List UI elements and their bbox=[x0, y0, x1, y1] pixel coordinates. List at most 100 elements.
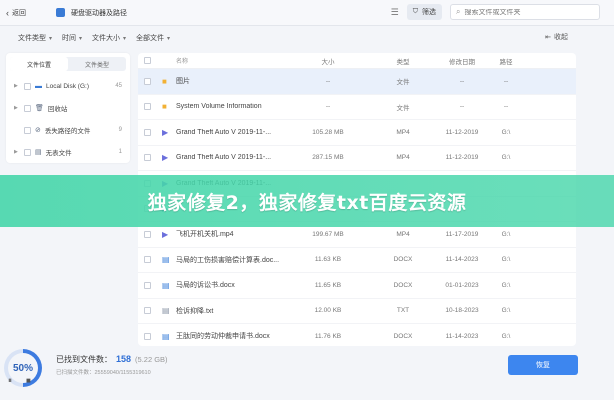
file-icon: ▤ bbox=[35, 149, 42, 156]
row-checkbox[interactable] bbox=[144, 77, 154, 85]
table-row[interactable]: ▤ 马局的诉讼书.docx 11.65 KB DOCX 01-01-2023 G:\ bbox=[138, 273, 576, 299]
dropdown-label: 文件类型 bbox=[18, 35, 46, 42]
chevron-down-icon: ▾ bbox=[79, 35, 83, 42]
file-date: 11-17-2019 bbox=[445, 230, 479, 238]
file-name: System Volume Information bbox=[176, 103, 262, 111]
document-icon: ▤ bbox=[162, 280, 170, 290]
dropdown-label: 文件大小 bbox=[92, 35, 121, 42]
row-checkbox[interactable] bbox=[144, 332, 154, 340]
scanned-count: 已扫描文件数：25559040/1155319610 bbox=[56, 370, 151, 376]
row-checkbox[interactable] bbox=[144, 154, 154, 162]
file-size: -- bbox=[325, 77, 331, 85]
row-checkbox[interactable] bbox=[144, 256, 154, 264]
table-row[interactable]: ▤ 马局的工伤损害赔偿计算表.doc... 11.63 KB DOCX 11-14-20… bbox=[138, 248, 576, 273]
table-row[interactable]: ■ System Volume Information -- 文件 -- -- bbox=[138, 95, 576, 120]
overlay-banner: 独家修复2，独家修复txt百度云资源 bbox=[0, 175, 614, 227]
sidebar-item-label: Local Disk (G:) bbox=[46, 82, 89, 90]
row-checkbox[interactable] bbox=[144, 128, 154, 136]
sidebar: 文件位置 文件类型 ▶ ▬ Local Disk (G:) 45 ▶ 🗑 回收站… bbox=[6, 53, 130, 163]
search-input[interactable] bbox=[464, 8, 585, 16]
file-path: G:\ bbox=[501, 230, 511, 238]
sidebar-item-local-disk[interactable]: ▶ ▬ Local Disk (G:) 45 bbox=[6, 75, 130, 97]
collapse-button[interactable]: ⇤ 收起 bbox=[545, 32, 568, 42]
chevron-down-icon: ▾ bbox=[123, 35, 127, 42]
item-count: 9 bbox=[118, 127, 122, 133]
table-row[interactable]: ▤ 检诉抑降.txt 12.00 KB TXT 10-18-2023 G:\ bbox=[138, 299, 576, 324]
file-type: 文件 bbox=[396, 79, 410, 87]
file-path: -- bbox=[503, 103, 509, 111]
item-count: 1 bbox=[118, 149, 122, 155]
file-name: 检诉抑降.txt bbox=[176, 307, 214, 315]
file-type: MP4 bbox=[396, 128, 410, 136]
sidebar-item-untitled[interactable]: ▶ ▤ 无表文件 1 bbox=[6, 141, 130, 163]
file-name: 马局的工伤损害赔偿计算表.doc... bbox=[176, 256, 280, 264]
file-path: G:\ bbox=[501, 281, 511, 289]
recover-button[interactable]: 恢复 bbox=[508, 355, 578, 375]
column-name[interactable]: 名称 bbox=[176, 56, 288, 65]
column-path[interactable]: 路径 bbox=[486, 56, 526, 66]
sidebar-item-recycle-bin[interactable]: ▶ 🗑 回收站 bbox=[6, 97, 130, 119]
column-size[interactable]: 大小 bbox=[288, 56, 368, 66]
file-date: -- bbox=[459, 77, 465, 85]
filter-label: 筛选 bbox=[422, 9, 436, 16]
select-all-checkbox[interactable] bbox=[144, 57, 154, 64]
filter-button[interactable]: ⛉ 筛选 bbox=[406, 4, 442, 20]
chevron-right-icon[interactable]: ▶ bbox=[14, 105, 20, 111]
checkbox[interactable] bbox=[24, 104, 31, 112]
folder-icon: ■ bbox=[162, 102, 167, 112]
checkbox[interactable] bbox=[24, 126, 31, 134]
file-date: 10-18-2023 bbox=[445, 307, 479, 315]
chevron-left-icon: ‹ bbox=[6, 7, 9, 18]
file-type: DOCX bbox=[393, 332, 413, 340]
file-date: 01-01-2023 bbox=[445, 281, 479, 289]
chevron-right-icon[interactable]: ▶ bbox=[14, 149, 20, 155]
lost-file-icon: ⊘ bbox=[35, 127, 41, 134]
file-size: 12.00 KB bbox=[314, 307, 342, 315]
back-button[interactable]: ‹ 返回 bbox=[6, 8, 26, 18]
toolbar-right: ☰ ⛉ 筛选 ⌕ bbox=[391, 4, 600, 20]
file-path: G:\ bbox=[501, 154, 511, 162]
stop-icon[interactable]: ■ bbox=[26, 376, 31, 386]
filter-bar: 文件类型 ▾ 时间 ▾ 文件大小 ▾ 全部文件 ▾ ⇤ 收起 bbox=[0, 27, 614, 49]
file-type: DOCX bbox=[393, 281, 413, 289]
checkbox[interactable] bbox=[24, 148, 31, 156]
file-name: 王肽同的劳动仲裁申请书.docx bbox=[176, 333, 270, 341]
column-date[interactable]: 修改日期 bbox=[438, 56, 486, 66]
file-size: 287.15 MB bbox=[312, 154, 344, 162]
time-dropdown[interactable]: 时间 ▾ bbox=[62, 33, 82, 43]
file-size-dropdown[interactable]: 文件大小 ▾ bbox=[92, 33, 126, 43]
item-count: 45 bbox=[115, 83, 122, 89]
all-files-dropdown[interactable]: 全部文件 ▾ bbox=[136, 33, 170, 43]
table-row[interactable]: ▶ Grand Theft Auto V 2019-11-... 105.28 MB… bbox=[138, 120, 576, 146]
column-type[interactable]: 类型 bbox=[368, 56, 438, 66]
file-type: TXT bbox=[396, 307, 410, 315]
menu-icon[interactable]: ☰ bbox=[391, 7, 399, 18]
row-checkbox[interactable] bbox=[144, 230, 154, 238]
file-type-dropdown[interactable]: 文件类型 ▾ bbox=[18, 33, 52, 43]
recovery-app-window: ‹ 返回 硬盘驱动器及路径 ☰ ⛉ 筛选 ⌕ 文件类型 ▾ 时间 ▾ bbox=[0, 0, 614, 400]
tab-file-location[interactable]: 文件位置 bbox=[10, 57, 68, 71]
file-date: 11-12-2019 bbox=[445, 154, 479, 162]
pause-icon[interactable]: ⏸ bbox=[8, 376, 12, 386]
row-checkbox[interactable] bbox=[144, 281, 154, 289]
search-box[interactable]: ⌕ bbox=[450, 4, 600, 20]
found-number: 158 bbox=[116, 354, 132, 364]
sidebar-item-label: 丢失路径的文件 bbox=[44, 128, 91, 135]
chevron-right-icon[interactable]: ▶ bbox=[14, 83, 20, 89]
file-name: 飞机开机关机.mp4 bbox=[176, 231, 234, 239]
found-label: 已找到文件数： bbox=[56, 355, 112, 364]
file-type: MP4 bbox=[396, 230, 410, 238]
table-row[interactable]: ■ 图片 -- 文件 -- -- bbox=[138, 69, 576, 95]
tab-file-type[interactable]: 文件类型 bbox=[68, 57, 126, 71]
table-row[interactable]: ▶ Grand Theft Auto V 2019-11-... 287.15 MB… bbox=[138, 146, 576, 171]
video-file-icon: ▶ bbox=[162, 127, 169, 137]
sidebar-tabs: 文件位置 文件类型 bbox=[10, 57, 126, 71]
row-checkbox[interactable] bbox=[144, 103, 154, 111]
row-checkbox[interactable] bbox=[144, 307, 154, 315]
sidebar-item-lost-path[interactable]: ⊘ 丢失路径的文件 9 bbox=[6, 119, 130, 141]
checkbox[interactable] bbox=[24, 82, 31, 90]
page-title-text: 硬盘驱动器及路径 bbox=[71, 9, 127, 17]
file-date: 11-14-2023 bbox=[445, 256, 479, 264]
file-size: 199.67 MB bbox=[312, 230, 344, 238]
file-name: 图片 bbox=[176, 78, 190, 86]
